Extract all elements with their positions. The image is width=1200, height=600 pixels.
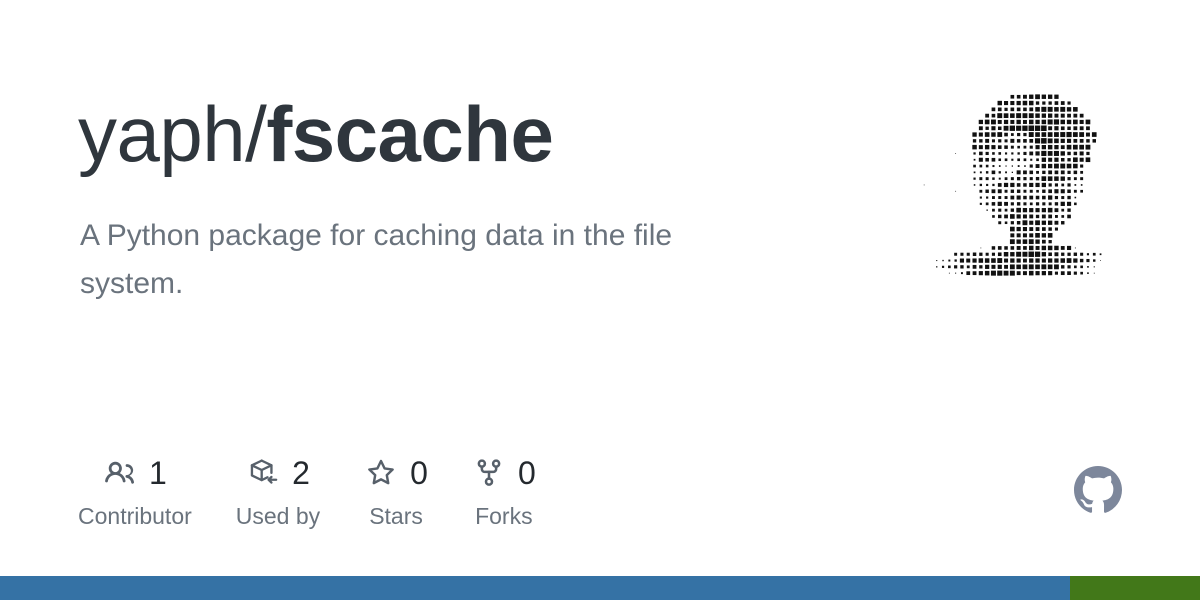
github-social-preview-card: yaph/fscache A Python package for cachin… [0,0,1200,600]
owner-avatar [921,81,1117,281]
fork-icon [472,456,506,490]
package-icon [246,456,280,490]
people-icon [103,456,137,490]
repository-owner[interactable]: yaph [78,90,246,178]
star-icon [364,456,398,490]
stat-used-by[interactable]: 2 Used by [236,452,320,530]
avatar-halftone-image [921,81,1117,281]
stat-stars-top: 0 [364,452,428,494]
stat-forks[interactable]: 0 Forks [472,452,536,530]
title-separator: / [245,90,267,178]
stat-contributors-label: Contributor [78,503,192,529]
language-segment-makefile [1070,576,1200,600]
stat-used-by-top: 2 [246,452,310,494]
language-bar [0,576,1200,600]
stat-contributors[interactable]: 1 Contributor [78,452,192,530]
github-octocat-icon [1074,466,1122,514]
stat-stars[interactable]: 0 Stars [364,452,428,530]
stat-forks-label: Forks [475,503,533,529]
language-segment-python [0,576,1071,600]
repository-description: A Python package for caching data in the… [80,219,673,300]
stat-stars-label: Stars [369,503,423,529]
stat-contributors-top: 1 [103,452,167,494]
repository-title: yaph/fscache [78,86,554,182]
stat-used-by-label: Used by [235,503,321,529]
stat-used-by-value: 2 [292,455,310,491]
stat-stars-value: 0 [410,455,428,491]
repository-name[interactable]: fscache [266,90,554,178]
repository-stats: 1 Contributor 2 Used by 0 Stars 0 Forks [78,452,536,530]
stat-contributors-value: 1 [148,455,167,491]
stat-forks-top: 0 [472,452,536,494]
stat-forks-value: 0 [517,455,536,491]
